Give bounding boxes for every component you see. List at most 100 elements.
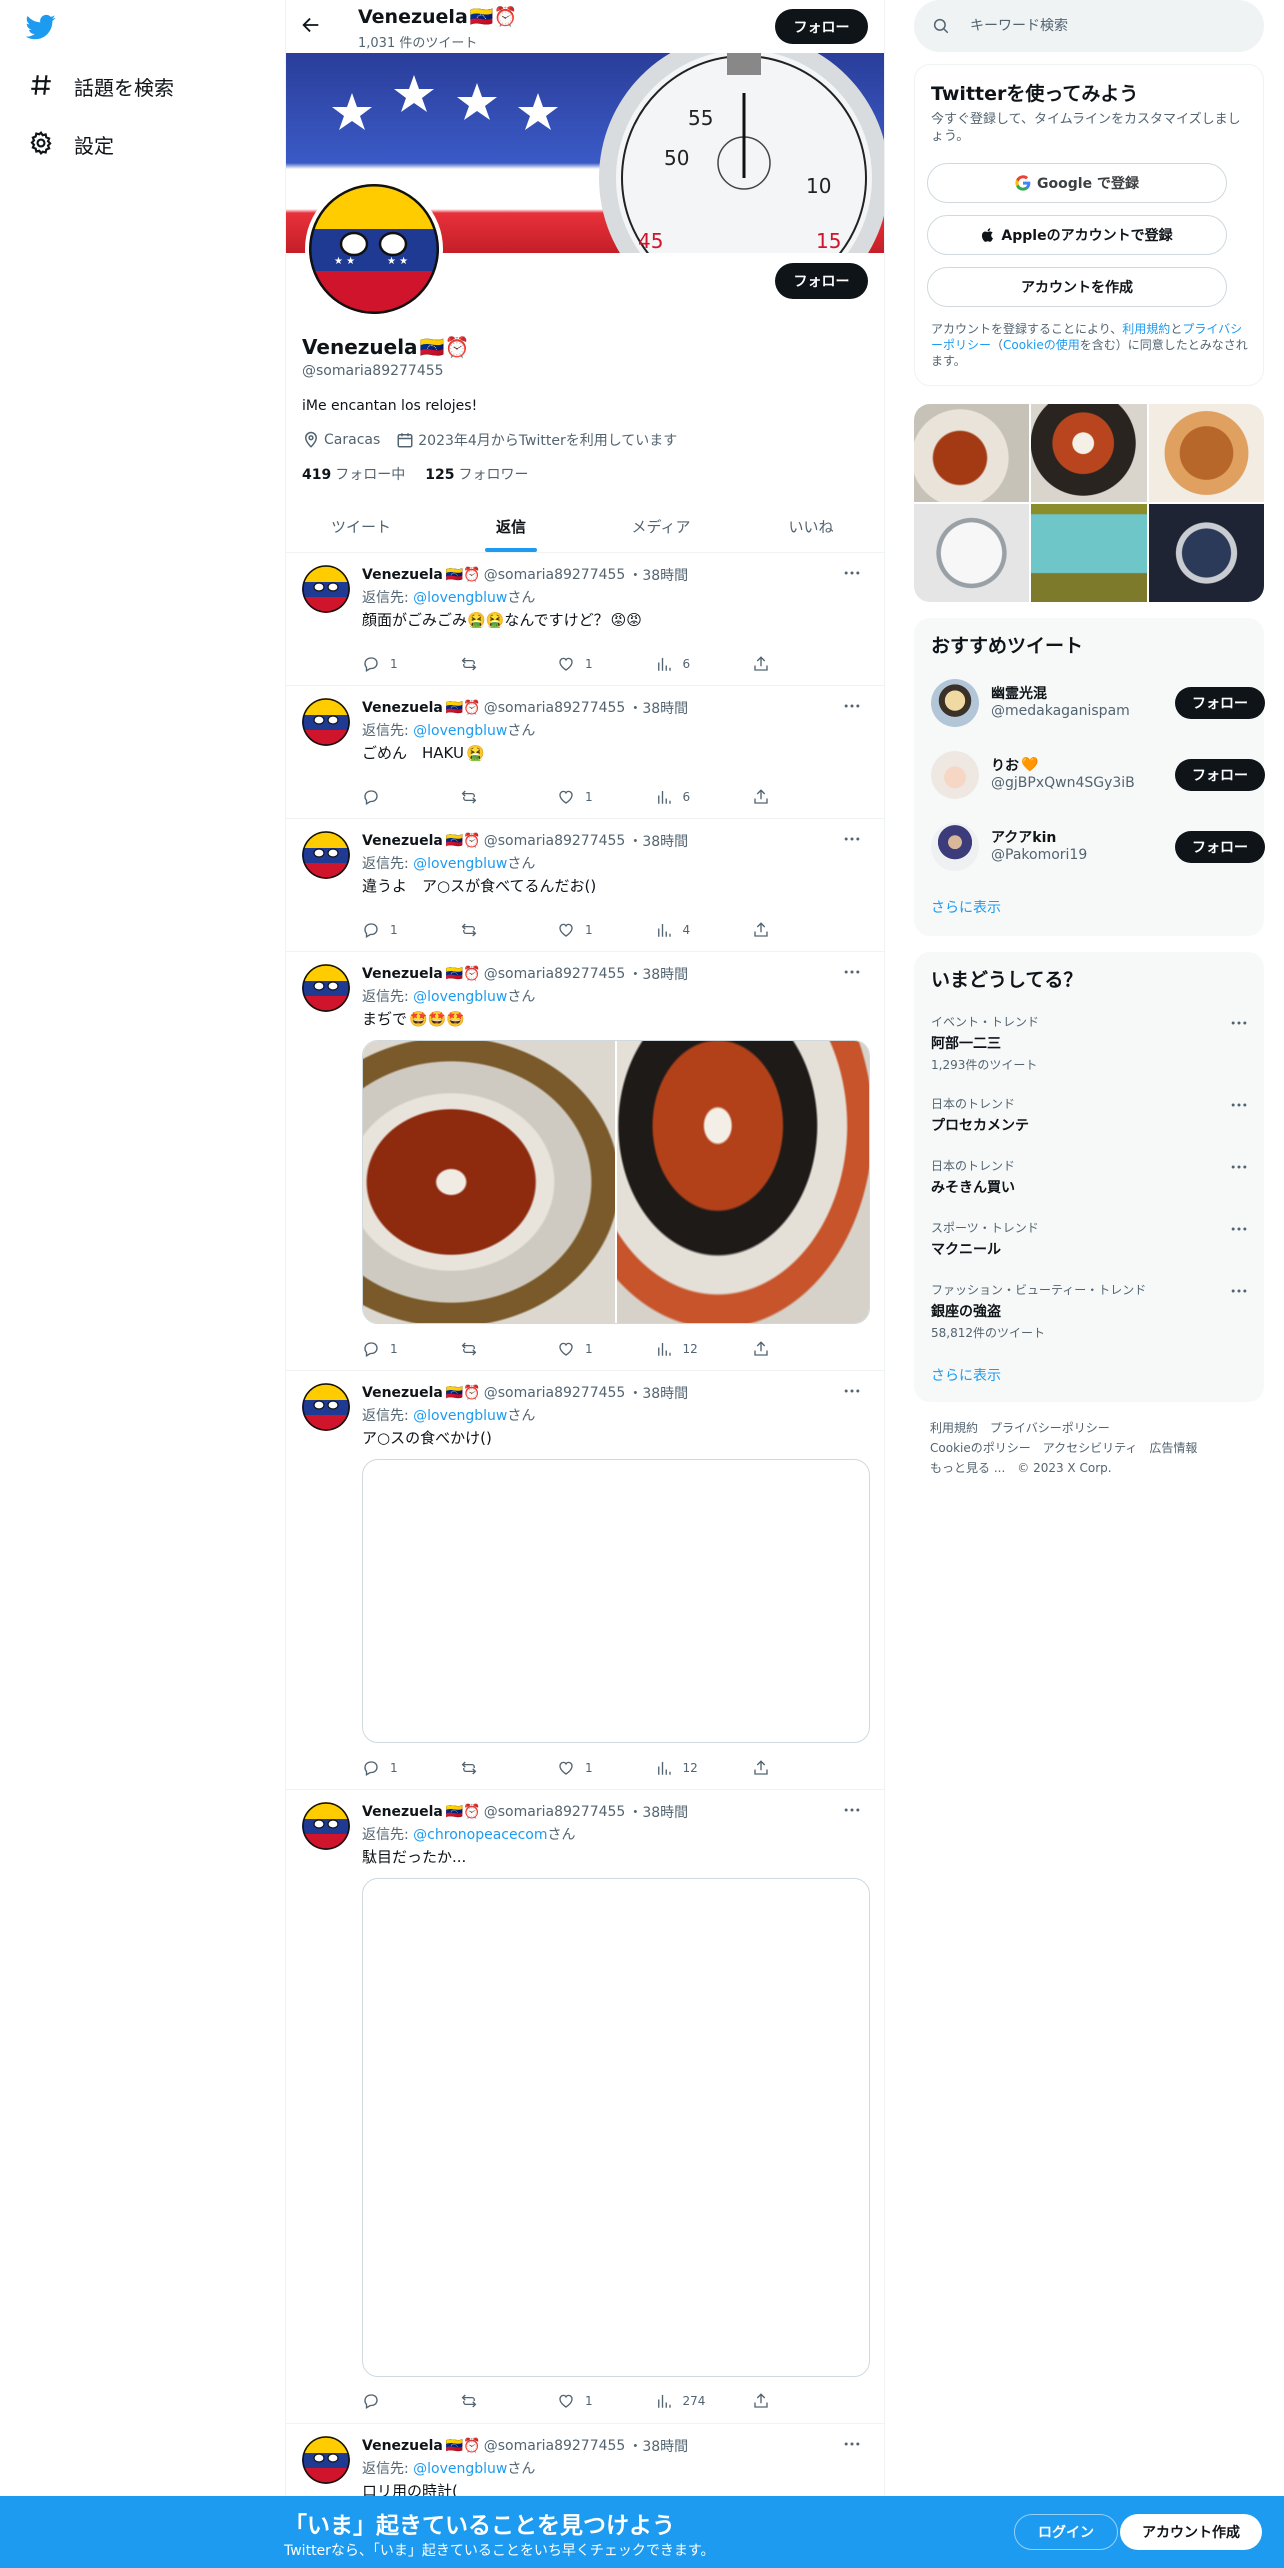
more-options-icon[interactable] [842, 1381, 864, 1403]
share-button[interactable] [752, 919, 782, 941]
retweet-button[interactable] [460, 653, 530, 675]
more-options-icon[interactable] [842, 696, 864, 718]
like-button[interactable]: 1 [557, 919, 627, 941]
tweet[interactable]: Venezuela 🇻🇪⏰ @somaria89277455 ・38時間 返信先: @l… [286, 819, 884, 952]
recommended-user[interactable]: 幽霊光混 @medakaganispam フォロー [931, 675, 1265, 731]
followers-link[interactable]: 125 フォロワー [425, 464, 528, 484]
like-button[interactable]: 1 [557, 1757, 627, 1779]
tweet-photo-meatballs[interactable] [617, 1041, 869, 1323]
tweet[interactable]: Venezuela 🇻🇪⏰ @somaria89277455 ・38時間 返信先: @l… [286, 553, 884, 686]
retweet-button[interactable] [460, 2390, 530, 2412]
login-button[interactable]: ログイン [1014, 2514, 1118, 2550]
more-options-icon[interactable] [1229, 1013, 1249, 1033]
footer-terms-link[interactable]: 利用規約 [930, 1421, 978, 1435]
views-button[interactable]: 4 [655, 919, 725, 941]
tweet-author-handle[interactable]: @somaria89277455 [484, 966, 626, 982]
tweet-author-handle[interactable]: @somaria89277455 [484, 2438, 626, 2454]
tweet-author-name[interactable]: Venezuela [362, 833, 443, 849]
terms-link[interactable]: 利用規約 [1122, 322, 1170, 336]
reply-to-link[interactable]: @lovengbluw [413, 1408, 507, 1424]
tweet-avatar[interactable] [302, 698, 350, 746]
trend-item[interactable]: スポーツ・トレンド マクニール [931, 1219, 1251, 1259]
views-button[interactable]: 274 [655, 2390, 725, 2412]
user-avatar[interactable] [931, 679, 979, 727]
tweet-timestamp[interactable]: ・38時間 [628, 964, 688, 984]
tweet-media[interactable] [362, 1878, 870, 2377]
recommended-show-more[interactable]: さらに表示 [931, 897, 1001, 917]
reply-to-link[interactable]: @chronopeacecom [413, 1827, 547, 1843]
tweet-author-handle[interactable]: @somaria89277455 [484, 833, 626, 849]
reply-button[interactable]: 1 [362, 1757, 432, 1779]
share-button[interactable] [752, 2390, 782, 2412]
more-options-icon[interactable] [1229, 1157, 1249, 1177]
create-account-button[interactable]: アカウントを作成 [927, 267, 1227, 307]
gallery-photo-food-1[interactable] [914, 404, 1030, 502]
reply-to-link[interactable]: @lovengbluw [413, 989, 507, 1005]
more-options-icon[interactable] [842, 829, 864, 851]
tweet-timestamp[interactable]: ・38時間 [628, 565, 688, 585]
more-options-icon[interactable] [842, 2434, 864, 2456]
retweet-button[interactable] [460, 1757, 530, 1779]
tweet-author-name[interactable]: Venezuela [362, 1804, 443, 1820]
retweet-button[interactable] [460, 1338, 530, 1360]
tweet-author-handle[interactable]: @somaria89277455 [484, 567, 626, 583]
header-follow-button[interactable]: フォロー [775, 9, 868, 44]
tweet-author-name[interactable]: Venezuela [362, 700, 443, 716]
share-button[interactable] [752, 1338, 782, 1360]
tweet-avatar[interactable] [302, 831, 350, 879]
tweet-avatar[interactable] [302, 2436, 350, 2484]
user-name[interactable]: アクアkin [991, 827, 1058, 847]
tweet-avatar[interactable] [302, 1802, 350, 1850]
signup-button[interactable]: アカウント作成 [1120, 2514, 1262, 2550]
like-button[interactable]: 1 [557, 1338, 627, 1360]
user-avatar[interactable] [931, 751, 979, 799]
trend-item[interactable]: イベント・トレンド 阿部一二三 1,293件のツイート [931, 1013, 1251, 1073]
footer-privacy-link[interactable]: プライバシーポリシー [990, 1421, 1110, 1435]
share-button[interactable] [752, 786, 782, 808]
tab-replies[interactable]: 返信 [436, 500, 586, 552]
tweet-author-handle[interactable]: @somaria89277455 [484, 1385, 626, 1401]
like-button[interactable]: 1 [557, 2390, 627, 2412]
user-follow-button[interactable]: フォロー [1175, 687, 1265, 719]
following-link[interactable]: 419 フォロー中 [302, 464, 405, 484]
cookie-link[interactable]: Cookieの使用 [1003, 338, 1080, 352]
twitter-logo-icon[interactable] [24, 12, 64, 46]
reply-to-link[interactable]: @lovengbluw [413, 2461, 507, 2477]
trend-item[interactable]: 日本のトレンド みそきん買い [931, 1157, 1251, 1197]
gallery-photo-food-2[interactable] [1031, 404, 1147, 502]
reply-button[interactable] [362, 2390, 432, 2412]
tweet-photo-soup[interactable] [363, 1041, 615, 1323]
tweet-avatar[interactable] [302, 565, 350, 613]
more-options-icon[interactable] [1229, 1281, 1249, 1301]
footer-accessibility-link[interactable]: アクセシビリティ [1043, 1441, 1138, 1455]
back-arrow-icon[interactable] [300, 14, 324, 38]
reply-to-link[interactable]: @lovengbluw [413, 590, 507, 606]
profile-follow-button[interactable]: フォロー [775, 263, 868, 299]
more-options-icon[interactable] [842, 563, 864, 585]
views-button[interactable]: 12 [655, 1338, 725, 1360]
views-button[interactable]: 6 [655, 653, 725, 675]
more-options-icon[interactable] [1229, 1095, 1249, 1115]
search-bar[interactable] [914, 0, 1264, 52]
reply-button[interactable] [362, 786, 432, 808]
tweet-timestamp[interactable]: ・38時間 [628, 1802, 688, 1822]
tweet[interactable]: Venezuela 🇻🇪⏰ @somaria89277455 ・38時間 返信先: @l… [286, 952, 884, 1371]
tweet-timestamp[interactable]: ・38時間 [628, 2436, 688, 2456]
apple-signup-button[interactable]: Appleのアカウントで登録 [927, 215, 1227, 255]
tab-media[interactable]: メディア [586, 500, 736, 552]
like-button[interactable]: 1 [557, 653, 627, 675]
trend-item[interactable]: 日本のトレンド プロセカメンテ [931, 1095, 1251, 1135]
views-button[interactable]: 6 [655, 786, 725, 808]
tweet-media[interactable] [362, 1040, 870, 1324]
user-name[interactable]: 幽霊光混 [991, 683, 1049, 703]
tweet-timestamp[interactable]: ・38時間 [628, 698, 688, 718]
tweet[interactable]: Venezuela 🇻🇪⏰ @somaria89277455 ・38時間 返信先: @l… [286, 686, 884, 819]
reply-to-link[interactable]: @lovengbluw [413, 856, 507, 872]
tweet-author-name[interactable]: Venezuela [362, 2438, 443, 2454]
gallery-photo-watch[interactable] [1148, 504, 1264, 602]
share-button[interactable] [752, 653, 782, 675]
tweet[interactable]: Venezuela 🇻🇪⏰ @somaria89277455 ・38時間 返信先: @l… [286, 2424, 884, 2500]
tweet[interactable]: Venezuela 🇻🇪⏰ @somaria89277455 ・38時間 返信先: @c… [286, 1790, 884, 2424]
tweet-author-name[interactable]: Venezuela [362, 966, 443, 982]
footer-cookie-link[interactable]: Cookieのポリシー [930, 1441, 1031, 1455]
